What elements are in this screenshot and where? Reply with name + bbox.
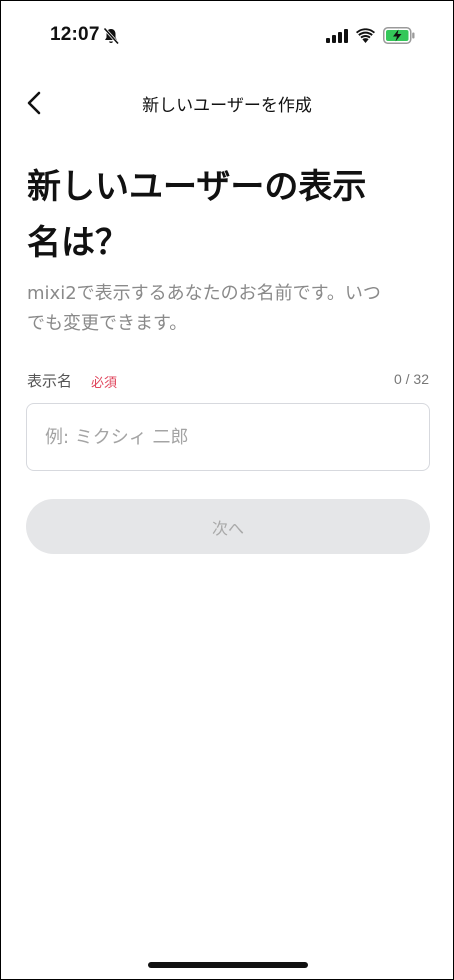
display-name-label: 表示名 xyxy=(27,372,73,390)
page-description: mixi2で表示するあなたのお名前です。いつ でも変更できます。 xyxy=(27,279,431,339)
nav-header: 新しいユーザーを作成 xyxy=(1,81,453,125)
signal-icon xyxy=(326,29,348,43)
page-heading-line2: 名は？ xyxy=(27,223,129,263)
page-description-line2: でも変更できます。 xyxy=(27,313,188,334)
page-description-line1: mixi2で表示するあなたのお名前です。いつ xyxy=(27,283,381,304)
next-button[interactable]: 次へ xyxy=(26,499,430,554)
char-counter: 0 / 32 xyxy=(393,371,429,387)
nav-title: 新しいユーザーを作成 xyxy=(142,96,312,116)
required-badge: 必須 xyxy=(91,376,118,391)
bell-slash-icon xyxy=(103,27,120,45)
page-heading: 新しいユーザーの表示 名は？ xyxy=(27,159,427,271)
wifi-icon xyxy=(356,28,375,43)
status-bar: 12:07 xyxy=(1,1,453,71)
app-screen: 12:07 新しいユーザーを作成 新しいユーザーの表示 名は？ mixi2で表示… xyxy=(0,0,454,980)
battery-charging-icon xyxy=(383,27,415,44)
home-indicator[interactable] xyxy=(148,962,308,968)
display-name-input[interactable] xyxy=(26,403,430,471)
page-heading-line1: 新しいユーザーの表示 xyxy=(27,167,367,207)
status-time: 12:07 xyxy=(50,24,100,45)
